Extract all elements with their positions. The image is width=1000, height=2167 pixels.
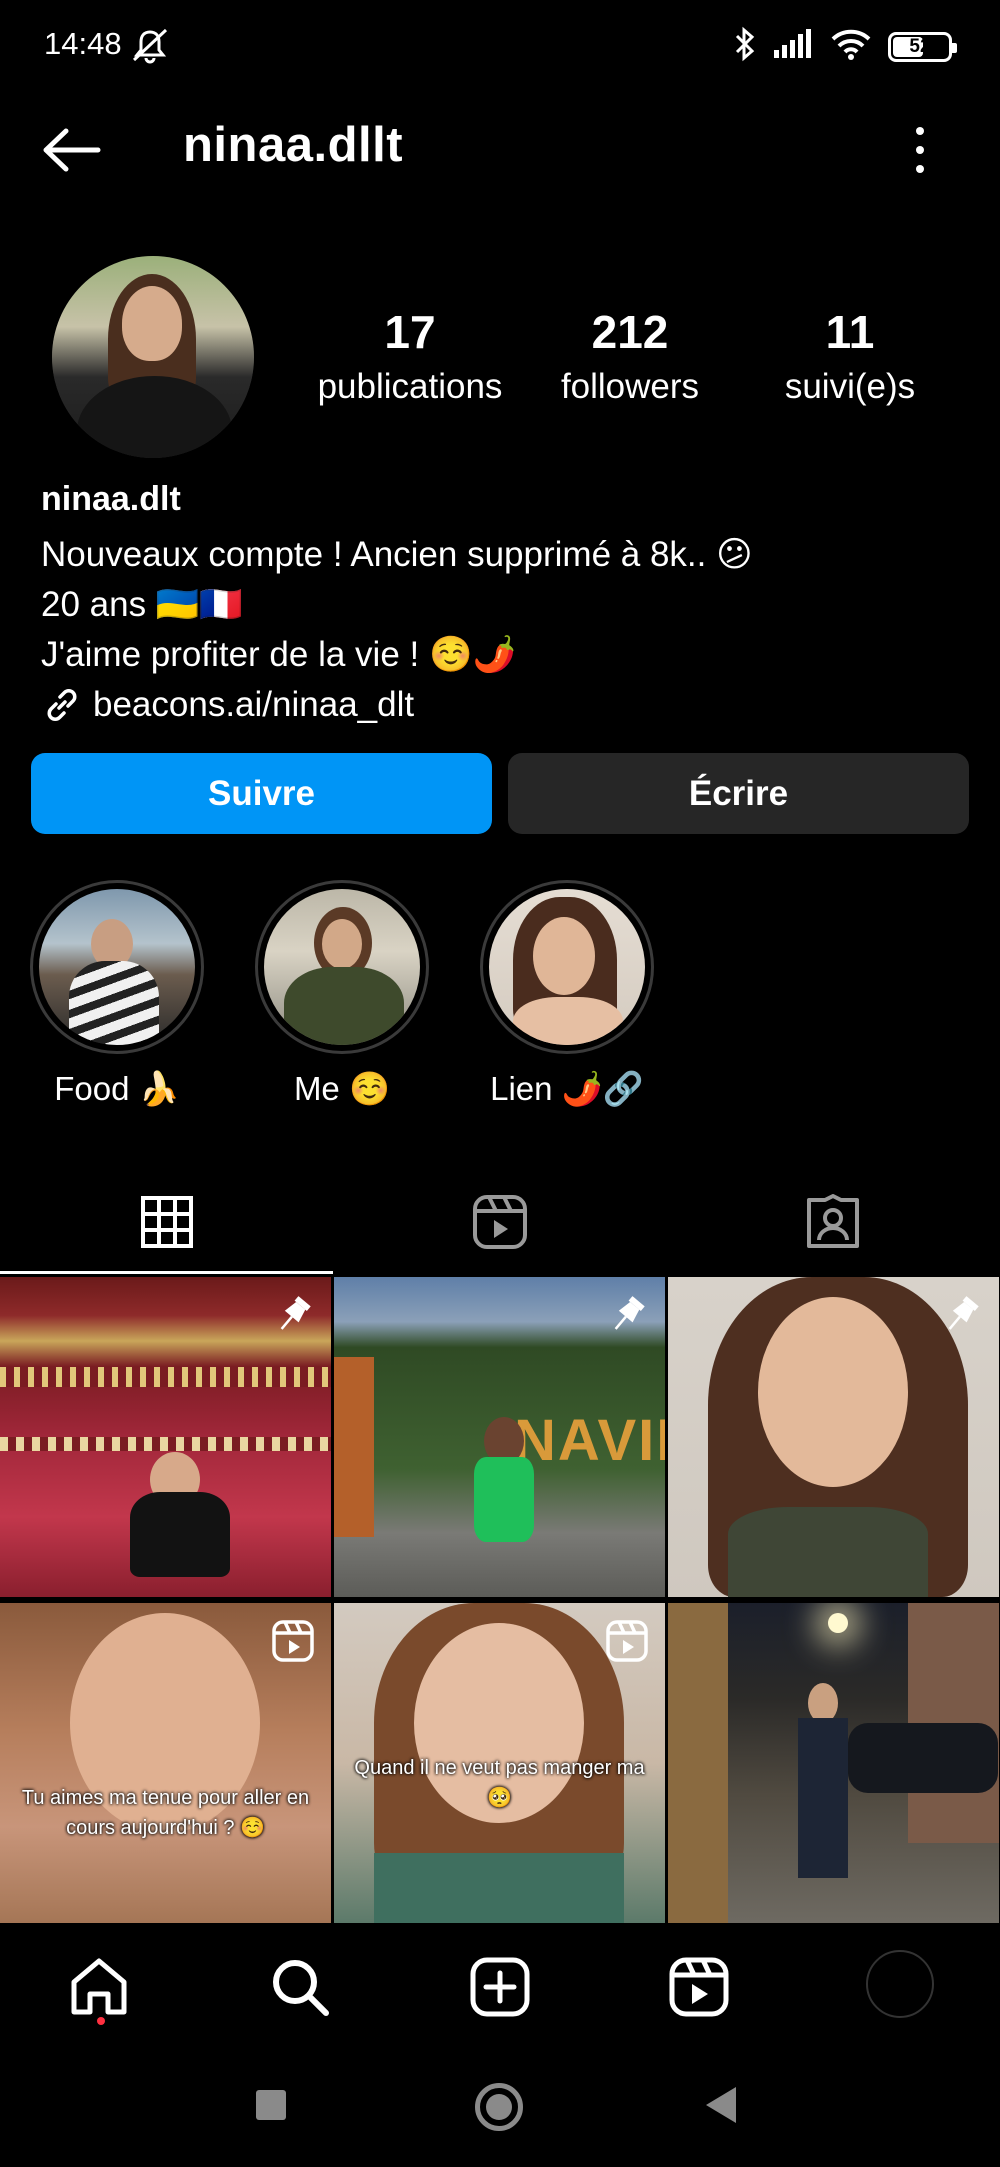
- more-dot-icon: [916, 146, 924, 154]
- post-thumbnail[interactable]: [668, 1603, 999, 1923]
- home-icon: [71, 1958, 127, 2015]
- bio-line: J'aime profiter de la vie ! ☺️🌶️: [41, 635, 517, 674]
- status-bar: 14:48 52: [0, 0, 1000, 95]
- bio-line: 20 ans 🇺🇦🇫🇷: [41, 585, 243, 624]
- tab-reels[interactable]: [333, 1170, 666, 1274]
- post-thumbnail[interactable]: NAVID: [334, 1277, 665, 1597]
- stat-followers[interactable]: 212 followers: [520, 305, 740, 407]
- story-highlights: Food 🍌 Me ☺️ Lien 🌶️🔗: [0, 880, 1000, 1120]
- stat-label: followers: [560, 367, 700, 406]
- active-tab-indicator: [0, 1271, 333, 1274]
- reel-icon: [605, 1619, 649, 1668]
- add-post-icon: [470, 1957, 530, 2017]
- stat-publications[interactable]: 17 publications: [300, 305, 520, 407]
- posts-grid: NAVID Tu aimes ma tenue pour aller en co…: [0, 1277, 1000, 1923]
- bio-link[interactable]: beacons.ai/ninaa_dlt: [41, 680, 981, 730]
- profile-actions: Suivre Écrire: [31, 753, 969, 834]
- post-thumbnail[interactable]: Tu aimes ma tenue pour aller en cours au…: [0, 1603, 331, 1923]
- stat-label: publications: [317, 367, 503, 406]
- post-thumbnail[interactable]: [0, 1277, 331, 1597]
- nav-profile-avatar[interactable]: [866, 1950, 934, 2018]
- highlight-label: Lien 🌶️🔗: [490, 1070, 644, 1107]
- highlight-cover: [264, 889, 420, 1045]
- post-caption: Quand il ne veut pas manger ma 🥺: [354, 1757, 645, 1809]
- highlight-ring: [480, 880, 654, 1054]
- pinned-icon: [605, 1293, 649, 1342]
- bio-link-text[interactable]: beacons.ai/ninaa_dlt: [93, 680, 414, 730]
- avatar-face: [122, 286, 182, 361]
- tab-tagged[interactable]: [666, 1170, 999, 1274]
- recent-apps-button[interactable]: [256, 2090, 286, 2120]
- highlight-label: Food 🍌: [54, 1070, 180, 1107]
- stat-label: suivi(e)s: [784, 367, 916, 406]
- back-arrow-icon: [43, 128, 101, 172]
- message-button[interactable]: Écrire: [508, 753, 969, 834]
- more-dot-icon: [916, 165, 924, 173]
- home-button-inner: [486, 2094, 512, 2120]
- highlight-me[interactable]: Me ☺️: [242, 880, 442, 1109]
- bluetooth-icon: [734, 26, 756, 67]
- nav-reels[interactable]: [664, 1952, 734, 2022]
- system-navigation: [0, 2045, 1000, 2167]
- battery-level: 52: [909, 35, 931, 57]
- highlight-ring: [255, 880, 429, 1054]
- profile-bio: ninaa.dlt Nouveaux compte ! Ancien suppr…: [41, 480, 981, 730]
- notification-dot: [97, 2017, 105, 2025]
- search-icon: [273, 1960, 329, 2016]
- highlight-label: Me ☺️: [293, 1070, 391, 1107]
- wifi-icon: [830, 27, 872, 66]
- follow-button[interactable]: Suivre: [31, 753, 492, 834]
- signal-icon: [772, 28, 814, 65]
- back-button[interactable]: [40, 125, 102, 175]
- post-thumbnail[interactable]: Quand il ne veut pas manger ma 🥺: [334, 1603, 665, 1923]
- status-time: 14:48: [44, 26, 122, 61]
- notifications-muted-icon: [130, 28, 170, 69]
- nav-home[interactable]: [64, 1952, 134, 2022]
- page-title: ninaa.dllt: [183, 118, 404, 172]
- link-icon: [47, 689, 77, 721]
- stat-following[interactable]: 11 suivi(e)s: [740, 305, 960, 407]
- home-button[interactable]: [475, 2083, 523, 2131]
- nav-create[interactable]: [465, 1952, 535, 2022]
- pinned-icon: [939, 1293, 983, 1342]
- status-indicators: 52: [734, 26, 957, 67]
- stat-value: 11: [825, 306, 875, 358]
- battery-icon: 52: [888, 31, 957, 62]
- more-options-button[interactable]: [900, 125, 940, 175]
- pinned-icon: [271, 1293, 315, 1342]
- highlight-ring: [30, 880, 204, 1054]
- nav-search[interactable]: [265, 1952, 335, 2022]
- tagged-icon: [806, 1194, 859, 1248]
- highlight-cover: [39, 889, 195, 1045]
- profile-tabs: [0, 1170, 1000, 1274]
- reels-icon: [472, 1195, 527, 1249]
- back-nav-button[interactable]: [706, 2087, 736, 2123]
- profile-header: ninaa.dllt: [0, 95, 1000, 205]
- post-sign-text: NAVID: [514, 1408, 665, 1473]
- post-thumbnail[interactable]: [668, 1277, 999, 1597]
- post-caption: Tu aimes ma tenue pour aller en cours au…: [21, 1787, 310, 1839]
- more-dot-icon: [916, 127, 924, 135]
- tab-grid[interactable]: [0, 1170, 333, 1274]
- bio-line: Nouveaux compte ! Ancien supprimé à 8k..…: [41, 535, 753, 574]
- grid-icon: [140, 1196, 193, 1248]
- reel-icon: [271, 1619, 315, 1668]
- stat-value: 17: [384, 306, 436, 358]
- reels-icon: [669, 1957, 729, 2017]
- highlight-link[interactable]: Lien 🌶️🔗: [467, 880, 667, 1109]
- highlight-cover: [489, 889, 645, 1045]
- highlight-food[interactable]: Food 🍌: [17, 880, 217, 1109]
- profile-avatar[interactable]: [52, 256, 254, 458]
- stat-value: 212: [591, 306, 669, 358]
- bio-name: ninaa.dlt: [41, 480, 181, 518]
- profile-stats: 17 publications 212 followers 11 suivi(e…: [300, 305, 960, 407]
- bottom-navigation: [0, 1930, 1000, 2045]
